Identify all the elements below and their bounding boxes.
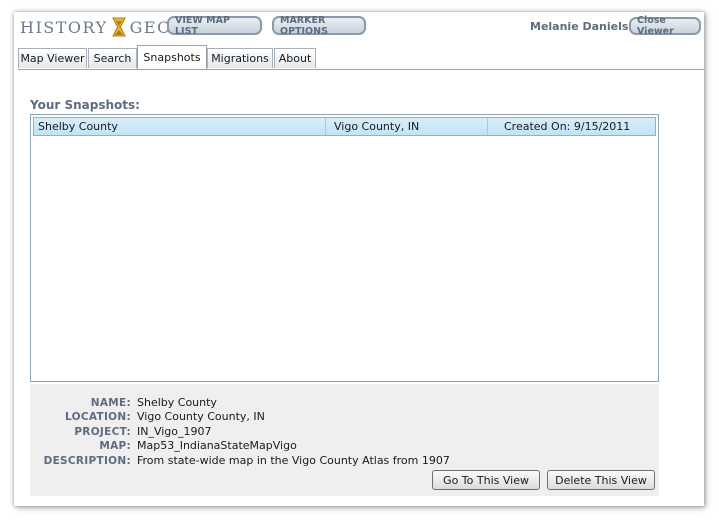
snapshot-name: Shelby County [38,120,118,133]
tab-bar: Map Viewer Search Snapshots Migrations A… [18,45,704,70]
detail-label: NAME: [90,397,131,409]
detail-value: Vigo County County, IN [137,410,265,423]
detail-label: MAP: [99,440,131,452]
detail-value: IN_Vigo_1907 [137,425,212,438]
snapshot-row[interactable]: Shelby County Vigo County, IN Created On… [33,117,656,136]
hourglass-icon [111,17,126,37]
detail-name: NAME: Shelby County [30,396,217,410]
tab-snapshots[interactable]: Snapshots [137,45,207,69]
snapshots-heading: Your Snapshots: [30,98,140,112]
detail-label: LOCATION: [65,411,131,423]
marker-options-button[interactable]: MARKER OPTIONS [272,15,366,37]
detail-value: Map53_IndianaStateMapVigo [137,439,297,452]
view-map-list-button[interactable]: VIEW MAP LIST [167,15,262,37]
tab-search[interactable]: Search [88,48,137,68]
detail-label: PROJECT: [74,426,131,438]
tab-migrations[interactable]: Migrations [207,48,273,68]
tab-about[interactable]: About [274,48,316,68]
delete-view-button[interactable]: Delete This View [547,470,655,490]
user-name: Melanie Daniels [530,20,629,33]
detail-project: PROJECT: IN_Vigo_1907 [30,425,212,439]
detail-location: LOCATION: Vigo County County, IN [30,410,265,424]
logo-text-geo: GEO [129,17,172,37]
snapshot-list[interactable]: Shelby County Vigo County, IN Created On… [30,114,659,382]
detail-value: Shelby County [137,396,217,409]
detail-map: MAP: Map53_IndianaStateMapVigo [30,439,297,453]
go-to-view-button[interactable]: Go To This View [432,470,540,490]
snapshot-created: Created On: 9/15/2011 [487,118,674,135]
detail-value: From state-wide map in the Vigo County A… [137,454,450,467]
detail-description: DESCRIPTION: From state-wide map in the V… [30,454,450,468]
detail-label: DESCRIPTION: [43,455,131,467]
close-viewer-button[interactable]: Close Viewer [629,15,701,37]
snapshot-location: Vigo County, IN [325,118,496,135]
app-window: HISTORY GEO VIEW MAP LIST MARKER OPTIONS… [14,12,704,506]
logo-text-history: HISTORY [20,17,108,37]
historygeo-logo: HISTORY GEO [20,17,172,37]
snapshot-details-panel: NAME: Shelby County LOCATION: Vigo County … [30,384,659,496]
tab-map-viewer[interactable]: Map Viewer [18,48,87,68]
